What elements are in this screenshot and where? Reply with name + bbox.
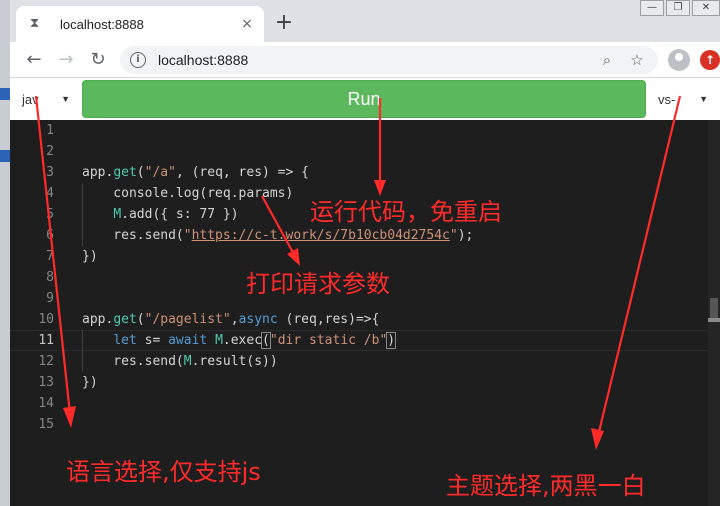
code-editor[interactable]: 1 2 3 4 5 6 7 8 9 10 11 12 13 14 15 app.… xyxy=(10,120,720,506)
reload-icon[interactable]: ↻ xyxy=(86,48,110,72)
minimize-button[interactable]: — xyxy=(640,0,664,16)
line-number: 9 xyxy=(46,291,54,306)
tab-title: localhost:8888 xyxy=(60,16,144,32)
scrollbar-cursor-marker xyxy=(708,318,720,322)
tab-strip: ⧗ localhost:8888 × + — ❐ ✕ xyxy=(10,0,720,42)
url-text[interactable]: localhost:8888 xyxy=(158,52,588,68)
line-number: 3 xyxy=(46,165,54,180)
line-number: 11 xyxy=(38,333,54,348)
desktop-icon-fragment xyxy=(0,88,10,100)
browser-window: ⧗ localhost:8888 × + — ❐ ✕ ← → ↻ i local… xyxy=(10,0,720,506)
address-bar[interactable]: i localhost:8888 ⌕ ☆ xyxy=(120,46,658,74)
dropdown-arrow-icon: ▼ xyxy=(61,94,70,104)
line-number: 5 xyxy=(46,207,54,222)
profile-avatar[interactable] xyxy=(668,49,690,71)
zoom-icon[interactable]: ⌕ xyxy=(596,49,618,71)
browser-tab[interactable]: ⧗ localhost:8888 × xyxy=(16,6,264,42)
params-annotation: 打印请求参数 xyxy=(246,270,390,298)
language-select-value: jav xyxy=(22,91,39,107)
line-number-gutter: 1 2 3 4 5 6 7 8 9 10 11 12 13 14 15 xyxy=(10,120,66,506)
run-annotation: 运行代码，免重启 xyxy=(310,198,502,226)
desktop-background xyxy=(0,0,10,506)
language-annotation: 语言选择,仅支持js xyxy=(66,458,261,486)
browser-toolbar: ← → ↻ i localhost:8888 ⌕ ☆ ↑ xyxy=(10,42,720,78)
code-content[interactable]: app.get("/a", (req, res) => { console.lo… xyxy=(82,120,702,506)
theme-select-value: vs- xyxy=(658,91,676,107)
code-line: }) xyxy=(82,249,98,264)
code-line: console.log(req.params) xyxy=(82,186,294,201)
dropdown-arrow-icon: ▼ xyxy=(699,94,708,104)
scrollbar-thumb[interactable] xyxy=(710,298,718,320)
back-icon[interactable]: ← xyxy=(22,48,46,72)
code-line: M.add({ s: 77 }) xyxy=(113,207,239,222)
info-icon[interactable]: i xyxy=(130,52,146,68)
code-line: res.send(M.result(s)) xyxy=(82,354,278,369)
desktop-icon-fragment xyxy=(0,150,10,162)
line-number: 6 xyxy=(46,228,54,243)
close-window-button[interactable]: ✕ xyxy=(692,0,720,16)
line-number: 14 xyxy=(38,396,54,411)
code-line: let s= await M.exec("dir static /b") xyxy=(113,332,397,349)
line-number: 12 xyxy=(38,354,54,369)
new-tab-button[interactable]: + xyxy=(272,12,296,36)
page-loading-icon: ⧗ xyxy=(30,16,40,31)
extension-icon[interactable]: ↑ xyxy=(700,50,720,70)
theme-select[interactable]: vs- ▼ xyxy=(650,82,716,116)
app-controls: jav ▼ Run vs- ▼ xyxy=(10,78,720,120)
line-number: 1 xyxy=(46,123,54,138)
code-line: app.get("/a", (req, res) => { xyxy=(82,165,309,180)
line-number: 15 xyxy=(38,417,54,432)
theme-annotation: 主题选择,两黑一白 xyxy=(446,472,646,500)
bookmark-star-icon[interactable]: ☆ xyxy=(626,49,648,71)
forward-icon[interactable]: → xyxy=(54,48,78,72)
code-line: app.get("/pagelist",async (req,res)=>{ xyxy=(82,312,380,327)
code-line: res.send("https://c-t.work/s/7b10cb04d27… xyxy=(82,228,474,243)
run-button[interactable]: Run xyxy=(82,80,646,118)
close-icon[interactable]: × xyxy=(238,15,256,33)
line-number: 7 xyxy=(46,249,54,264)
line-number: 4 xyxy=(46,186,54,201)
line-number: 13 xyxy=(38,375,54,390)
language-select[interactable]: jav ▼ xyxy=(14,82,78,116)
code-line: }) xyxy=(82,375,98,390)
line-number: 2 xyxy=(46,144,54,159)
line-number: 10 xyxy=(38,312,54,327)
maximize-button[interactable]: ❐ xyxy=(666,0,690,16)
line-number: 8 xyxy=(46,270,54,285)
